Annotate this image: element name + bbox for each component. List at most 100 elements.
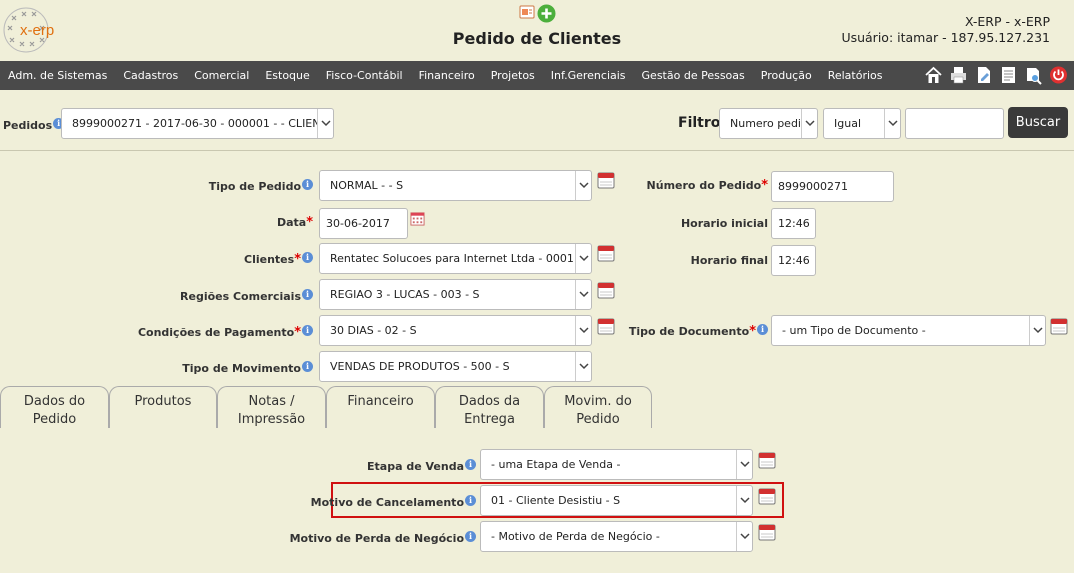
motivo-cancelamento-select[interactable]: 01 - Cliente Desistiu - S <box>480 485 753 516</box>
calendar-icon[interactable] <box>597 317 615 335</box>
tab-label: Notas / Impressão <box>237 394 306 427</box>
numero-pedido-label-group: Número do Pedido* <box>647 178 768 193</box>
menu-fisco-contabil[interactable]: Fisco-Contábil <box>318 69 411 82</box>
tipo-movimento-label: Tipo de Movimento <box>182 362 301 375</box>
required-marker: * <box>761 178 768 193</box>
calendar-icon[interactable] <box>758 523 776 541</box>
tab-notas-impressao[interactable]: Notas / Impressão <box>217 386 326 428</box>
motivo-cancelamento-label-group: Motivo de Cancelamento i <box>311 495 476 509</box>
filter-field-value: Numero pedi <box>730 117 801 130</box>
required-marker: * <box>749 324 756 339</box>
home-icon[interactable] <box>924 65 943 85</box>
chevron-down-icon <box>575 352 591 381</box>
calendar-icon[interactable] <box>1050 317 1068 335</box>
condicoes-label-group: Condições de Pagamento* i <box>138 325 313 340</box>
info-icon[interactable]: i <box>302 252 313 263</box>
menu-inf-gerenciais[interactable]: Inf.Gerenciais <box>543 69 634 82</box>
menu-producao[interactable]: Produção <box>753 69 820 82</box>
clientes-select[interactable]: Rentatec Solucoes para Internet Ltda - 0… <box>319 243 592 274</box>
document-edit-icon[interactable] <box>974 65 993 85</box>
regioes-select[interactable]: REGIAO 3 - LUCAS - 003 - S <box>319 279 592 310</box>
date-picker-icon[interactable] <box>410 211 425 226</box>
menu-projetos[interactable]: Projetos <box>483 69 543 82</box>
tab-movim-pedido[interactable]: Movim. do Pedido <box>544 386 652 428</box>
calendar-icon[interactable] <box>758 487 776 505</box>
horario-final-input[interactable]: 12:46 <box>771 245 816 276</box>
logo-text: x-erp <box>20 22 54 39</box>
search-document-icon[interactable] <box>1024 65 1043 85</box>
menu-relatorios[interactable]: Relatórios <box>820 69 891 82</box>
chevron-down-icon <box>736 522 752 551</box>
tipo-movimento-select[interactable]: VENDAS DE PRODUTOS - 500 - S <box>319 351 592 382</box>
menu-financeiro[interactable]: Financeiro <box>411 69 483 82</box>
menu-comercial[interactable]: Comercial <box>186 69 257 82</box>
etapa-select[interactable]: - uma Etapa de Venda - <box>480 449 753 480</box>
etapa-value: - uma Etapa de Venda - <box>491 458 621 471</box>
tipo-documento-label: Tipo de Documento <box>628 325 750 338</box>
chevron-down-icon <box>801 109 817 138</box>
system-name: X-ERP - x-ERP <box>964 14 1050 29</box>
document-list-icon[interactable] <box>999 65 1018 85</box>
info-icon[interactable]: i <box>302 325 313 336</box>
motivo-perda-select[interactable]: - Motivo de Perda de Negócio - <box>480 521 753 552</box>
chevron-down-icon <box>736 450 752 479</box>
calendar-icon[interactable] <box>597 171 615 189</box>
user-line: Usuário: itamar - 187.95.127.231 <box>841 30 1050 45</box>
add-icon[interactable] <box>537 4 556 24</box>
chevron-down-icon <box>884 109 900 138</box>
menu-gestao-pessoas[interactable]: Gestão de Pessoas <box>634 69 753 82</box>
buscar-button[interactable]: Buscar <box>1008 107 1068 138</box>
info-icon[interactable]: i <box>302 289 313 300</box>
calendar-icon[interactable] <box>597 281 615 299</box>
filter-field-select[interactable]: Numero pedi <box>719 108 818 139</box>
main-menu: Adm. de Sistemas Cadastros Comercial Est… <box>0 61 1074 90</box>
chevron-down-icon <box>575 316 591 345</box>
tab-financeiro[interactable]: Financeiro <box>326 386 435 428</box>
print-icon[interactable] <box>949 65 968 85</box>
tipo-movimento-label-group: Tipo de Movimento i <box>182 361 313 375</box>
horario-inicial-input[interactable]: 12:46 <box>771 208 816 239</box>
info-icon[interactable]: i <box>757 324 768 335</box>
data-input[interactable]: 30-06-2017 <box>319 208 408 239</box>
tipo-documento-value: - um Tipo de Documento - <box>782 324 926 337</box>
pedidos-select[interactable]: 8999000271 - 2017-06-30 - 000001 - - CLI… <box>61 108 334 139</box>
numero-pedido-input[interactable]: 8999000271 <box>771 171 894 202</box>
tipo-documento-label-group: Tipo de Documento* i <box>629 324 768 339</box>
power-icon[interactable] <box>1049 65 1068 85</box>
data-label-group: Data* <box>277 215 313 230</box>
etapa-label-group: Etapa de Venda i <box>367 459 476 473</box>
tab-produtos[interactable]: Produtos <box>109 386 217 428</box>
horario-inicial-label-group: Horario inicial <box>681 216 768 230</box>
info-icon[interactable]: i <box>465 459 476 470</box>
motivo-cancelamento-label: Motivo de Cancelamento <box>310 496 464 509</box>
numero-pedido-label: Número do Pedido <box>646 179 762 192</box>
chevron-down-icon <box>1029 316 1045 345</box>
info-icon[interactable]: i <box>465 531 476 542</box>
required-marker: * <box>294 252 301 267</box>
motivo-cancelamento-value: 01 - Cliente Desistiu - S <box>491 494 621 507</box>
horario-inicial-label: Horario inicial <box>680 217 768 230</box>
filter-value-input[interactable] <box>905 108 1004 139</box>
calendar-icon[interactable] <box>758 451 776 469</box>
filter-operator-select[interactable]: Igual <box>823 108 901 139</box>
tab-label: Financeiro <box>347 394 414 409</box>
info-icon[interactable]: i <box>465 495 476 506</box>
tipo-pedido-select[interactable]: NORMAL - - S <box>319 170 592 201</box>
clientes-label: Clientes <box>244 253 295 266</box>
menu-cadastros[interactable]: Cadastros <box>115 69 186 82</box>
info-icon[interactable]: i <box>302 361 313 372</box>
tab-dados-entrega[interactable]: Dados da Entrega <box>435 386 544 428</box>
condicoes-select[interactable]: 30 DIAS - 02 - S <box>319 315 592 346</box>
report-icon[interactable] <box>519 4 535 24</box>
title-area: Pedido de Clientes <box>437 4 637 48</box>
pedidos-label-group: Pedidos i <box>3 118 65 132</box>
menu-adm-sistemas[interactable]: Adm. de Sistemas <box>0 69 115 82</box>
tab-label: Produtos <box>134 394 192 409</box>
tipo-documento-select[interactable]: - um Tipo de Documento - <box>771 315 1046 346</box>
calendar-icon[interactable] <box>597 244 615 262</box>
menu-estoque[interactable]: Estoque <box>257 69 317 82</box>
tab-dados-pedido[interactable]: Dados do Pedido <box>0 386 109 428</box>
pedidos-select-value: 8999000271 - 2017-06-30 - 000001 - - CLI… <box>72 117 317 130</box>
info-icon[interactable]: i <box>302 179 313 190</box>
clientes-value: Rentatec Solucoes para Internet Ltda - 0… <box>330 252 575 265</box>
